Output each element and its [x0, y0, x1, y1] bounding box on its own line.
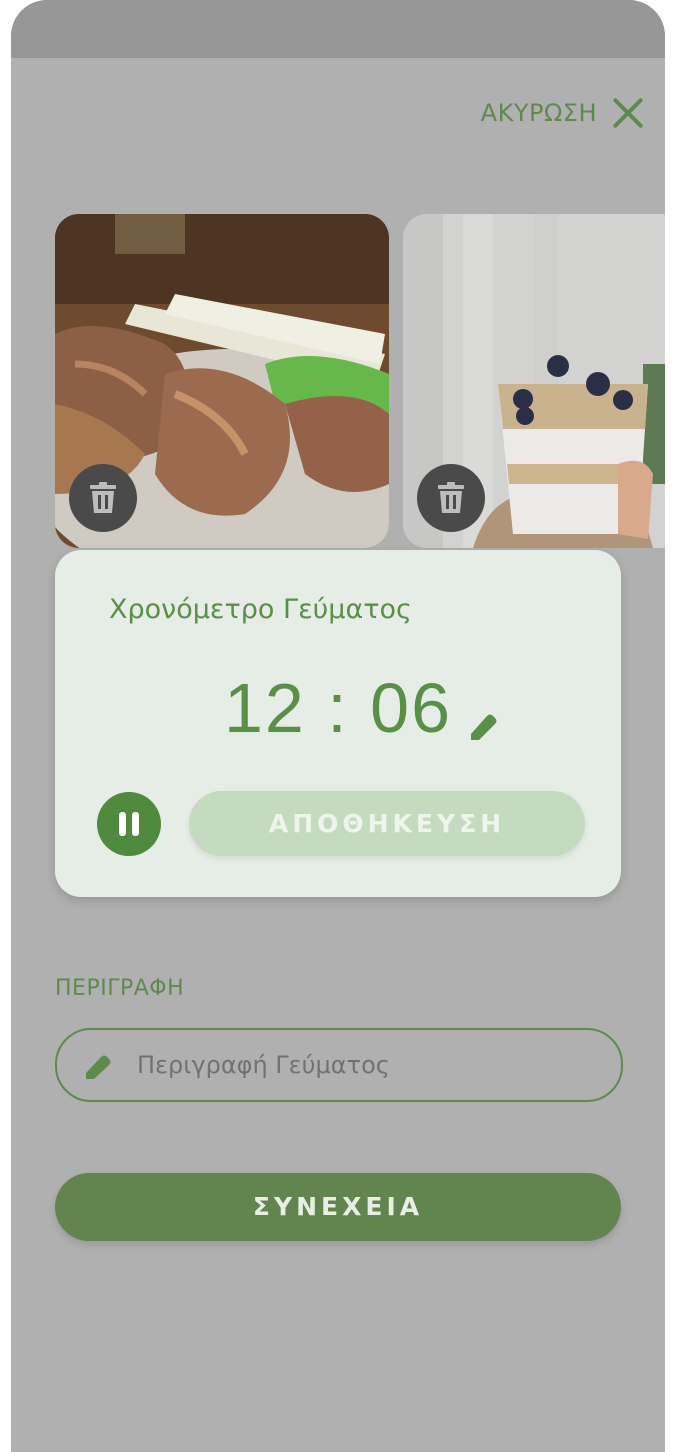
delete-photo-1-button[interactable]: [69, 464, 137, 532]
pause-button[interactable]: [97, 792, 161, 856]
meal-photo-1: [55, 214, 389, 548]
delete-photo-2-button[interactable]: [417, 464, 485, 532]
continue-button[interactable]: ΣΥΝΕΧΕΙΑ: [55, 1173, 621, 1241]
trash-icon: [90, 482, 116, 513]
pause-icon: [119, 812, 126, 836]
cancel-label: ΑΚΥΡΩΣΗ: [480, 99, 597, 127]
top-bar: [11, 0, 665, 58]
timer-value: 12 : 06: [223, 669, 453, 747]
cancel-button[interactable]: ΑΚΥΡΩΣΗ: [481, 96, 645, 130]
timer-title: Χρονόμετρο Γεύματος: [109, 594, 412, 625]
close-icon[interactable]: [611, 96, 645, 130]
description-placeholder: Περιγραφή Γεύματος: [137, 1051, 390, 1079]
app-screen: ΑΚΥΡΩΣΗ Χρονόμετρο Γεύματος 12: 06 ΑΠΟΘ…: [11, 0, 665, 1452]
save-button[interactable]: ΑΠΟΘΗΚΕΥΣΗ: [189, 791, 585, 856]
description-input[interactable]: Περιγραφή Γεύματος: [55, 1028, 623, 1102]
pause-icon: [132, 812, 139, 836]
meal-photo-2: [403, 214, 665, 548]
description-label: ΠΕΡΙΓΡΑΦΗ: [55, 976, 185, 1001]
meal-timer-card: Χρονόμετρο Γεύματος 12 : 06 ΑΠΟΘΗΚΕΥΣΗ: [55, 550, 621, 897]
trash-icon: [438, 482, 464, 513]
edit-pencil-icon[interactable]: [469, 710, 499, 740]
pencil-icon: [86, 1055, 111, 1079]
